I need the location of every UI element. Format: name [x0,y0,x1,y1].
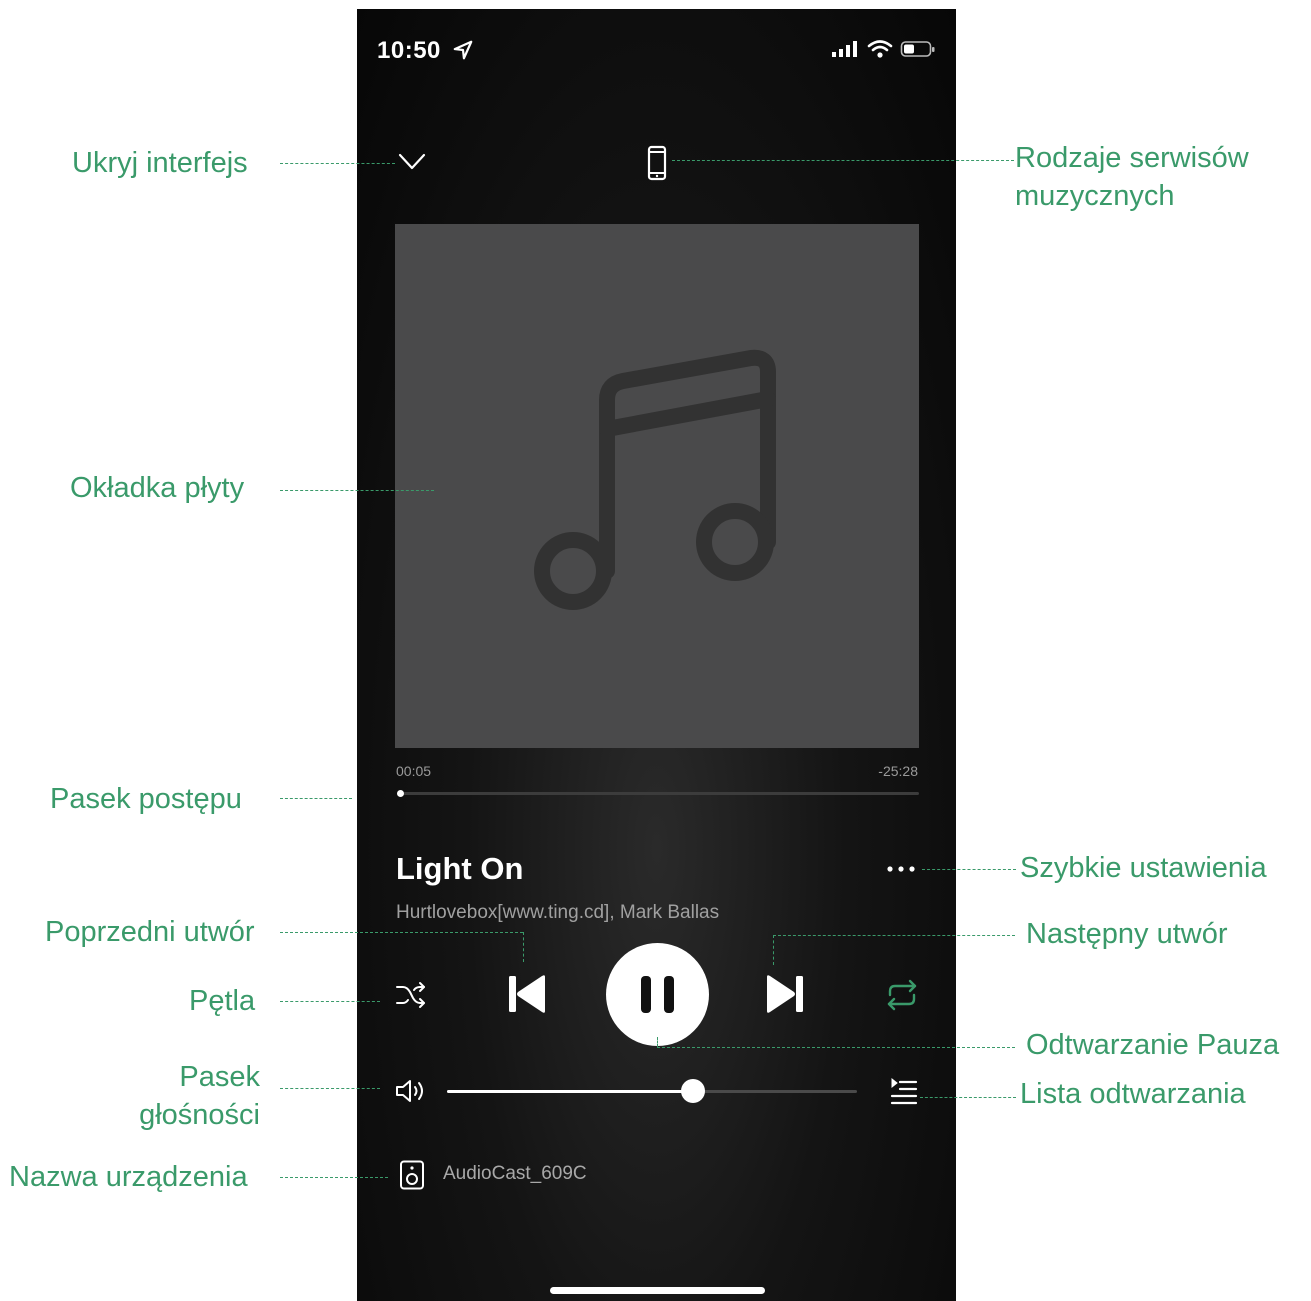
more-icon[interactable] [885,864,919,874]
wifi-icon [868,40,893,58]
repeat-icon[interactable] [883,979,921,1011]
annotation-volume-bar: Pasek głośności [100,1058,260,1134]
track-title: Light On [396,851,524,886]
annotation-line [280,490,434,491]
annotation-progress-bar: Pasek postępu [50,783,242,815]
phone-icon[interactable] [646,145,668,181]
annotation-line [280,1177,388,1178]
annotation-music-services-line1: Rodzaje serwisów [1015,142,1249,174]
volume-fill [447,1090,693,1093]
progress-bar[interactable] [397,792,919,795]
chevron-down-icon[interactable] [397,151,427,173]
annotation-line [773,935,1015,936]
play-pause-button[interactable] [606,943,709,1046]
annotation-play-pause: Odtwarzanie Pauza [1026,1029,1280,1061]
annotation-line [672,160,1014,161]
status-icons [831,39,936,59]
annotation-line [280,932,523,933]
speaker-icon [400,1160,424,1190]
annotation-previous-track: Poprzedni utwór [45,916,255,948]
home-indicator[interactable] [550,1287,765,1294]
annotation-line [920,1097,1016,1098]
music-note-icon [534,349,776,610]
playlist-icon[interactable] [889,1077,919,1107]
previous-icon[interactable] [507,973,547,1015]
volume-knob[interactable] [681,1079,705,1103]
progress-knob[interactable] [397,790,404,797]
annotation-volume-bar-line2: głośności [139,1099,260,1131]
device-name[interactable]: AudioCast_609C [443,1163,587,1185]
annotation-line [657,1037,658,1047]
annotation-line [280,1001,380,1002]
annotation-line [657,1047,1015,1048]
pause-icon [641,976,674,1013]
annotation-hide-ui: Ukryj interfejs [72,147,248,179]
annotation-music-services: Rodzaje serwisów muzycznych [1015,139,1249,215]
shuffle-icon[interactable] [395,981,427,1009]
track-artist: Hurtlovebox[www.ting.cd], Mark Ballas [396,902,720,923]
album-cover [395,224,919,748]
annotation-line [523,932,524,962]
annotation-line [922,869,1016,870]
elapsed-time: 00:05 [396,763,432,779]
annotation-playlist: Lista odtwarzania [1020,1078,1246,1110]
remaining-time: -25:28 [878,763,918,779]
battery-icon [900,41,935,57]
annotation-line [280,163,395,164]
annotation-next-track: Następny utwór [1026,918,1228,950]
location-arrow-icon [453,40,473,60]
status-time: 10:50 [377,37,474,65]
annotation-quick-settings: Szybkie ustawienia [1020,852,1267,884]
annotation-line [280,1088,380,1089]
next-icon[interactable] [765,973,805,1015]
annotation-album-cover: Okładka płyty [70,472,245,504]
annotation-device-name: Nazwa urządzenia [9,1161,248,1193]
annotation-line [773,935,774,965]
volume-icon[interactable] [394,1077,430,1105]
player-screen: 10:50 00:05 -25:28 Light On Hurtlovebox[… [357,9,956,1301]
annotation-loop: Pętla [189,985,256,1017]
annotation-line [280,798,352,799]
annotation-music-services-line2: muzycznych [1015,180,1175,212]
signal-icon [832,41,857,57]
annotation-volume-bar-line1: Pasek [179,1061,260,1093]
